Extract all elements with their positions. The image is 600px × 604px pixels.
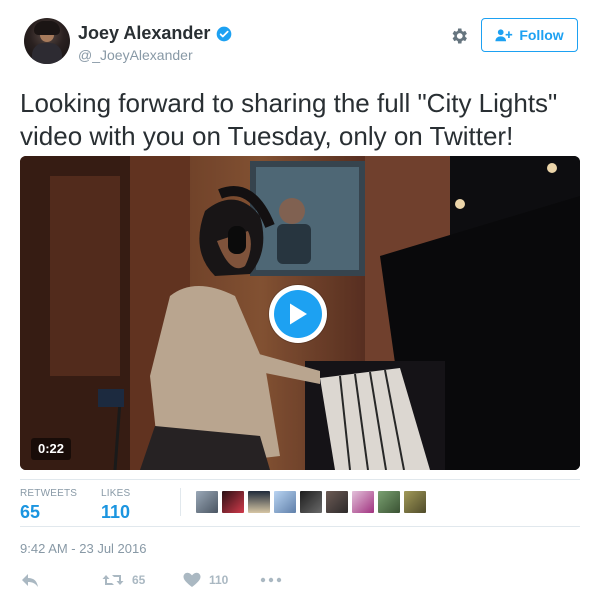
liker-avatar[interactable] <box>299 490 323 514</box>
liker-avatar[interactable] <box>195 490 219 514</box>
play-icon <box>290 303 307 325</box>
liker-avatar[interactable] <box>221 490 245 514</box>
follow-button-label: Follow <box>519 27 564 43</box>
tweet-timestamp[interactable]: 9:42 AM - 23 Jul 2016 <box>20 541 146 556</box>
play-button[interactable] <box>269 285 327 343</box>
user-name-block: Joey Alexander @_JoeyAlexander <box>78 23 232 63</box>
tweet-text-line-1: Looking forward to sharing the full "Cit… <box>20 88 558 118</box>
tweet-stats: RETWEETS 65 LIKES 110 <box>20 479 580 527</box>
heart-icon <box>183 572 201 587</box>
gear-icon[interactable] <box>449 26 469 46</box>
likes-label: LIKES <box>101 488 131 499</box>
add-user-icon <box>495 28 513 41</box>
like-action-count: 110 <box>209 573 229 587</box>
more-dots-icon <box>260 577 282 583</box>
liker-avatar[interactable] <box>247 490 271 514</box>
display-name[interactable]: Joey Alexander <box>78 23 210 44</box>
reply-icon <box>22 574 38 587</box>
reply-button[interactable] <box>20 572 40 588</box>
video-duration: 0:22 <box>31 438 72 460</box>
tweet-text-line-2: video with you on Tuesday, only on Twitt… <box>20 121 514 151</box>
follow-button[interactable]: Follow <box>481 18 578 52</box>
stats-divider <box>180 488 181 516</box>
retweets-stat[interactable]: RETWEETS 65 <box>20 488 77 523</box>
liker-avatar[interactable] <box>351 490 375 514</box>
tweet-header: Joey Alexander @_JoeyAlexander Follow <box>20 12 580 72</box>
retweets-label: RETWEETS <box>20 488 78 499</box>
user-handle[interactable]: @_JoeyAlexander <box>78 47 232 63</box>
more-button[interactable] <box>260 572 282 588</box>
tweet-actions: 65 110 <box>20 572 580 594</box>
avatar-hair-shape <box>34 21 60 35</box>
liker-avatar[interactable] <box>377 490 401 514</box>
retweet-icon <box>102 575 124 585</box>
video-player[interactable]: 0:22 <box>20 156 580 470</box>
liker-avatar[interactable] <box>273 490 297 514</box>
like-button[interactable]: 110 <box>183 572 228 588</box>
tweet-text: Looking forward to sharing the full "Cit… <box>20 87 580 153</box>
liker-avatar[interactable] <box>325 490 349 514</box>
retweet-action-count: 65 <box>132 573 146 587</box>
liker-avatars <box>195 490 427 514</box>
liker-avatar[interactable] <box>403 490 427 514</box>
likes-count: 110 <box>101 502 131 522</box>
avatar[interactable] <box>24 18 70 64</box>
verified-badge-icon <box>217 26 232 41</box>
retweet-button[interactable]: 65 <box>102 572 145 588</box>
avatar-body-shape <box>32 43 62 64</box>
play-button-inner <box>274 290 322 338</box>
retweets-count: 65 <box>20 502 41 522</box>
likes-stat[interactable]: LIKES 110 <box>101 488 130 523</box>
